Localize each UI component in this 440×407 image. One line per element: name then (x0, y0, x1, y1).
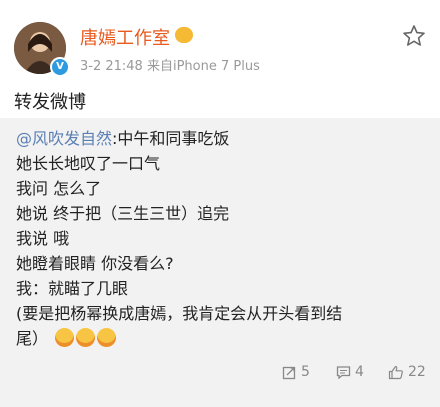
quoted-first-line: @风吹发自然:中午和同事吃饭 (16, 126, 428, 151)
quoted-line: 我问 怎么了 (16, 179, 102, 198)
like-action[interactable]: 22 (388, 364, 426, 380)
quoted-line: 我：就瞄了几眼 (16, 279, 129, 298)
comment-action[interactable]: 4 (336, 364, 364, 380)
quoted-line: 她说 终于把（三生三世）追完 (16, 204, 230, 223)
quoted-line: (要是把杨幂换成唐嫣，我肯定会从开头看到结 (16, 304, 343, 323)
quoted-last-line: 尾） (16, 326, 428, 351)
member-badge-icon (175, 27, 193, 43)
repost-action[interactable]: 5 (282, 364, 310, 380)
repost-icon (282, 366, 296, 379)
quoted-line: 她瞪着眼睛 你没看么? (16, 254, 174, 273)
comment-count: 4 (355, 364, 364, 380)
laugh-emoji-icon (76, 328, 96, 347)
post-meta: 3-2 21:48 来自iPhone 7 Plus (80, 59, 260, 74)
mention-link[interactable]: @风吹发自然 (16, 129, 112, 148)
comment-icon (336, 365, 351, 379)
laugh-emoji-icon (97, 328, 117, 347)
post-header: V 唐嫣工作室 3-2 21:48 来自iPhone 7 Plus (0, 0, 440, 80)
thumbs-up-icon (388, 365, 403, 379)
verified-badge-icon: V (50, 57, 70, 77)
quoted-line: 尾） (16, 329, 49, 348)
favorite-star-icon[interactable] (402, 24, 426, 48)
username[interactable]: 唐嫣工作室 (80, 24, 170, 50)
quoted-text: :中午和同事吃饭 (112, 129, 230, 148)
quoted-line: 她长长地叹了一口气 (16, 154, 161, 173)
repost-count: 5 (301, 364, 310, 380)
quoted-line: 我说 哦 (16, 229, 70, 248)
laugh-emoji-icon (55, 328, 75, 347)
action-bar: 5 4 22 (0, 360, 440, 407)
quoted-post[interactable]: @风吹发自然:中午和同事吃饭 她长长地叹了一口气 我问 怎么了 她说 终于把（三… (0, 118, 440, 360)
like-count: 22 (408, 364, 426, 380)
repost-text: 转发微博 (14, 92, 86, 113)
